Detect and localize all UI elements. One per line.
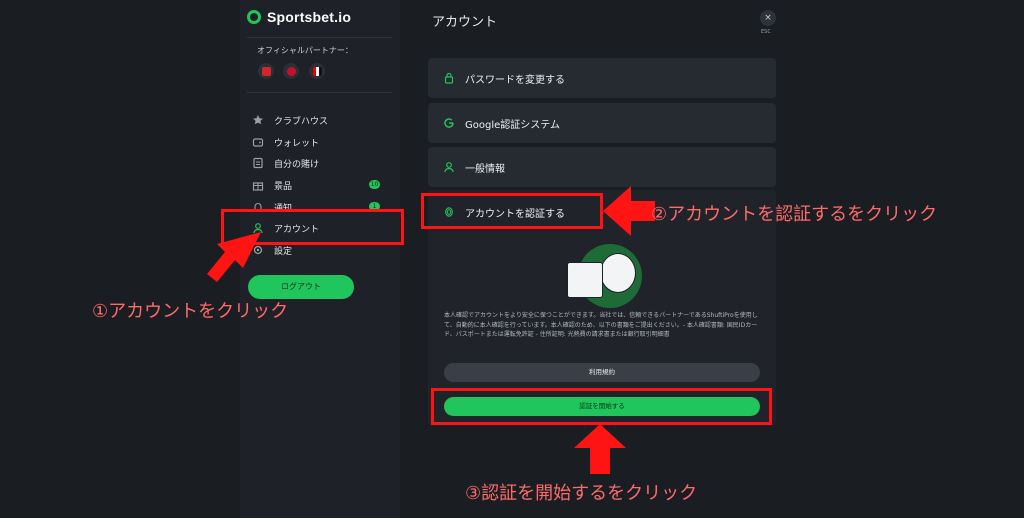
- card-label: パスワードを変更する: [465, 74, 565, 86]
- google-auth-card[interactable]: Google認証システム: [428, 103, 776, 143]
- gift-icon: [252, 182, 264, 191]
- sidebar-item-label: クラブハウス: [274, 116, 329, 127]
- sidebar-item-label: 自分の賭け: [274, 159, 320, 170]
- bets-icon: [253, 157, 263, 169]
- card-label: 一般情報: [465, 163, 505, 175]
- sidebar-item-wallet[interactable]: ウォレット: [252, 133, 392, 151]
- highlight-start: [431, 388, 772, 425]
- annotation-step-3: ③認証を開始するをクリック: [465, 483, 698, 504]
- card-label: Google認証システム: [465, 119, 560, 131]
- partner-crest-arsenal-icon[interactable]: [258, 63, 274, 79]
- rewards-badge: 10: [369, 180, 380, 189]
- sidebar-item-clubhouse[interactable]: クラブハウス: [252, 111, 392, 129]
- wallet-icon: [252, 138, 264, 147]
- annotation-step-2: ②アカウントを認証するをクリック: [651, 204, 938, 225]
- terms-button[interactable]: 利用規約: [444, 363, 760, 382]
- arrow-2-icon: [603, 186, 655, 236]
- google-auth-icon: [444, 118, 454, 128]
- user-icon: [444, 162, 454, 173]
- divider: [247, 92, 392, 93]
- esc-label: ESC: [761, 29, 771, 35]
- brand-logo[interactable]: Sportsbet.io: [247, 9, 351, 25]
- change-password-card[interactable]: パスワードを変更する: [428, 58, 776, 98]
- sidebar-item-my-bets[interactable]: 自分の賭け: [252, 154, 392, 172]
- sidebar-item-label: 設定: [274, 246, 293, 257]
- annotation-step-1: ①アカウントをクリック: [92, 301, 289, 322]
- sidebar-item-label: ウォレット: [274, 138, 320, 149]
- close-button[interactable]: ×: [760, 10, 776, 26]
- sidebar-item-label: 景品: [274, 181, 293, 192]
- divider: [247, 37, 392, 38]
- id-document-illustration-icon: [567, 262, 603, 298]
- star-icon: [253, 115, 263, 125]
- lock-icon: [444, 72, 454, 84]
- face-illustration-icon: [600, 253, 636, 293]
- logo-icon: [247, 10, 261, 24]
- arrow-3-icon: [574, 424, 626, 474]
- partner-label: オフィシャルパートナー：: [257, 46, 353, 55]
- partner-crest-saopaulo-icon[interactable]: [309, 63, 325, 79]
- page-title: アカウント: [432, 15, 498, 30]
- sidebar-item-rewards[interactable]: 景品 10: [252, 176, 392, 194]
- general-info-card[interactable]: 一般情報: [428, 147, 776, 187]
- partner-crest-southampton-icon[interactable]: [283, 63, 299, 79]
- brand-name: Sportsbet.io: [267, 9, 352, 25]
- highlight-verify: [421, 193, 603, 229]
- verify-description: 本人確認でアカウントをより安全に保つことができます。当社では、信頼できるパートナ…: [444, 312, 758, 338]
- arrow-1-icon: [207, 232, 261, 282]
